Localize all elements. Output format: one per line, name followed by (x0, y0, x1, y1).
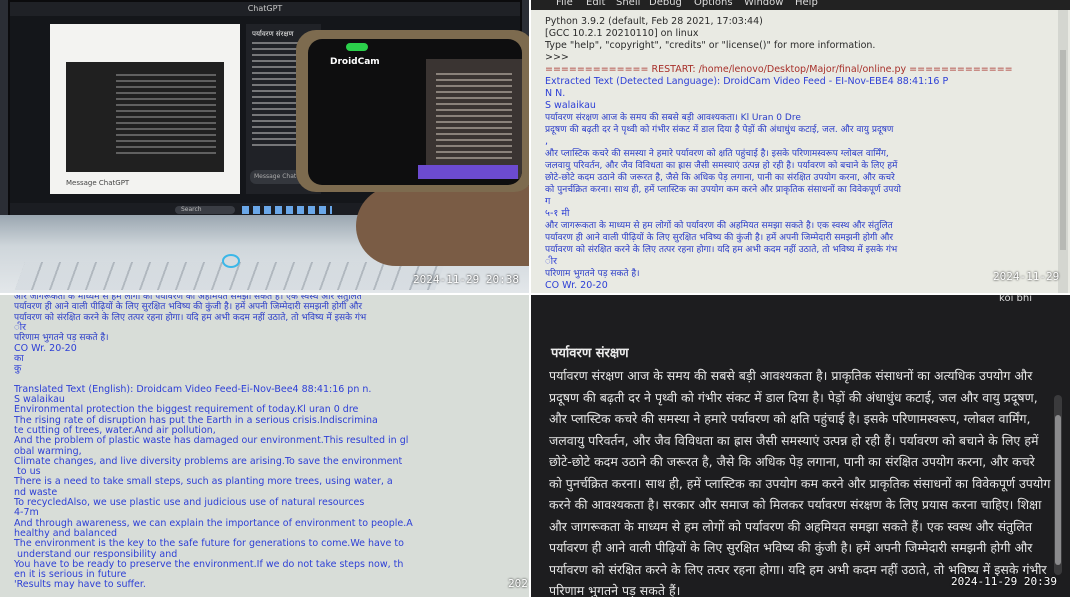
shell-line: There is a need to take small steps, suc… (14, 476, 393, 488)
shell-line: पर्यावरण ही आने वाली पीढ़ियों के लिए सुर… (545, 233, 894, 243)
hand (356, 186, 529, 266)
essay-line: प्रदूषण की बढ़ती दर ने पृथ्वी को गंभीर स… (549, 389, 1038, 405)
taskbar-icons (242, 206, 332, 214)
document-caption: Message ChatGPT (66, 179, 130, 187)
timestamp: 202 (508, 577, 528, 590)
timestamp: 2024-11-29 20:38 (413, 273, 519, 286)
menu-edit[interactable]: Edit (586, 0, 605, 8)
record-indicator (346, 43, 368, 51)
essay-line: परिणाम भुगतने पड़ सकते हैं। (549, 583, 681, 597)
shell-line: ============= RESTART: /home/lenovo/Desk… (545, 64, 1013, 75)
shell-line: जलवायु परिवर्तन, और जैव विविधता का ह्रास… (545, 161, 898, 171)
shell-line: Climate changes, and live diversity prob… (14, 455, 403, 467)
scrollbar[interactable] (1054, 395, 1062, 575)
timestamp: 2024-11-29 20:39 (951, 575, 1057, 588)
menu-shell[interactable]: Shell (616, 0, 640, 8)
shell-line: को पुनर्चक्रित करना। साथ ही, हमें प्लास्… (545, 185, 901, 195)
timestamp: 2024-11-29 (993, 270, 1060, 283)
shell-line: पर्यावरण को संरक्षित करने के लिए तत्पर र… (14, 312, 367, 323)
shell-line: Type "help", "copyright", "credits" or "… (545, 40, 876, 51)
menu-options[interactable]: Options (694, 0, 733, 8)
essay-line: को पुनर्चक्रित करना। साथ ही, हमें प्लास्… (549, 475, 1051, 491)
menu-window[interactable]: Window (744, 0, 783, 8)
shell-line: , (545, 136, 549, 147)
shell-line: Extracted Text (Detected Language): Droi… (545, 76, 949, 87)
shell-line: परिणाम भुगतने पड़ सकते है। (545, 269, 640, 279)
header-text: koi bhi (999, 295, 1032, 304)
shell-output: Python 3.9.2 (default, Feb 28 2021, 17:0… (545, 10, 1055, 293)
chat-heading: पर्यावरण संरक्षण (252, 30, 294, 38)
shell-line: Python 3.9.2 (default, Feb 28 2021, 17:0… (545, 16, 763, 27)
shell-line: पर्यावरण को संरक्षित करने के लिए तत्पर र… (545, 245, 898, 255)
python-shell-bottom: और जागरूकता के माध्यम से हम लोगों को पर्… (0, 295, 529, 597)
shell-line: कु (14, 363, 22, 375)
shell-line: ीर (545, 256, 557, 267)
window-title: ChatGPT (247, 4, 283, 13)
shell-line: और जागरूकता के माध्यम से हम लोगों को पर्… (545, 221, 893, 231)
photo-laptop-phone: ChatGPT Message ChatGPT पर्यावरण संरक्षण… (0, 0, 529, 293)
shell-line: N N. (545, 88, 566, 99)
hindi-essay-document: koi bhi पर्यावरण संरक्षण पर्यावरण संरक्ष… (531, 295, 1070, 597)
shell-line: 'Results may have to suffer. (14, 579, 146, 591)
shell-line: छोटे-छोटे कदम उठाने की जरूरत है, जैसे कि… (545, 173, 895, 183)
shell-line: पर्यावरण संरक्षण आज के समय की सबसे बड़ी … (545, 113, 801, 123)
python-shell-top: File Edit Shell Debug Options Window Hel… (531, 0, 1070, 293)
essay-line: और जागरूकता के माध्यम से हम लोगों को पर्… (549, 518, 1032, 534)
shell-line: Translated Text (English): Droidcam Vide… (14, 383, 372, 395)
essay-line: पर्यावरण ही आने वाली पीढ़ियों के लिए सुर… (549, 540, 1033, 555)
menu-bar: File Edit Shell Debug Options Window Hel… (531, 0, 1070, 10)
shell-line: और प्लास्टिक कचरे की समस्या ने हमारे पर्… (545, 149, 889, 159)
ad-banner (418, 165, 518, 179)
document-photo (66, 62, 224, 172)
essay-line: छोटे-छोटे कदम उठाने की जरूरत है, जैसे कि… (549, 454, 1035, 469)
camera-preview (426, 59, 522, 179)
menu-file[interactable]: File (556, 0, 573, 8)
essay-line: और प्लास्टिक कचरे की समस्या ने हमारे पर्… (549, 411, 1031, 426)
menu-debug[interactable]: Debug (649, 0, 682, 8)
shell-line: >>> (545, 52, 569, 63)
shell-output: और जागरूकता के माध्यम से हम लोगों को पर्… (14, 295, 529, 597)
phone: DroidCam (296, 30, 529, 192)
shell-line: To recycledAlso, we use plastic use and … (14, 497, 365, 508)
shell-line: ग (545, 196, 551, 207)
phone-app-title: DroidCam (330, 57, 380, 67)
essay-heading: पर्यावरण संरक्षण (551, 346, 629, 361)
shell-line: प्रदूषण की बढ़ती दर ने पृथ्वी को गंभीर स… (545, 125, 894, 135)
phone-screen: DroidCam (308, 39, 522, 185)
essay-line: पर्यावरण संरक्षण आज के समय की सबसे बड़ी … (549, 368, 1033, 383)
power-led (222, 254, 240, 268)
essay-line: जलवायु परिवर्तन, और जैव विविधता का ह्रास… (549, 432, 1039, 448)
shell-line: S walaikau (545, 100, 596, 111)
essay-line: करने की आवश्यकता है। सरकार और समाज को मि… (549, 497, 1042, 512)
shell-line: [GCC 10.2.1 20210110] on linux (545, 28, 699, 39)
menu-help[interactable]: Help (795, 0, 818, 8)
taskbar-search[interactable]: Search (175, 206, 235, 214)
shell-line: ५-१ मी (545, 208, 570, 219)
document-window: Message ChatGPT (50, 24, 240, 194)
window-titlebar: ChatGPT (10, 2, 520, 16)
shell-line: CO Wr. 20-20 (545, 280, 608, 291)
scrollbar[interactable] (1058, 10, 1068, 293)
